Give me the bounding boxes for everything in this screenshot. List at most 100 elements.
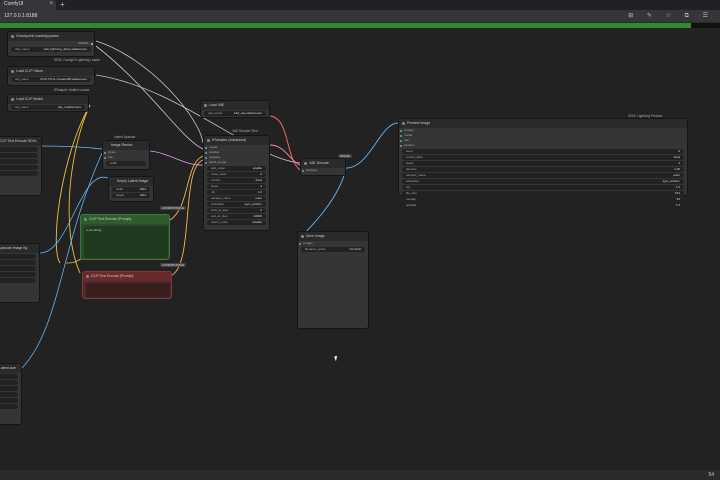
preview-widget[interactable]: control_after fixed <box>402 155 684 160</box>
filename-prefix-field[interactable]: filename_prefix ComfyUI <box>301 247 365 252</box>
collapse-dot-icon[interactable] <box>204 104 207 107</box>
collapse-dot-icon[interactable] <box>11 98 14 101</box>
image-loader-node-3[interactable]: Latent size <box>0 363 22 425</box>
widget-slot[interactable] <box>0 147 38 152</box>
ksampler-widget[interactable]: start_at_step 0 <box>207 208 266 213</box>
wire-latent-2 <box>269 144 301 166</box>
collapse-dot-icon[interactable] <box>84 218 87 221</box>
url-input[interactable]: 127.0.0.1:8188 <box>4 13 37 19</box>
ksampler-widget[interactable]: scheduler sgm_uniform <box>207 202 266 207</box>
widget-value: fixed <box>673 155 680 159</box>
node-title: CLIP Text Encode (Prompt) <box>81 215 169 224</box>
widget-label: height <box>116 193 125 197</box>
node-title: CLIP Text Encode SDXL <box>0 137 41 146</box>
widget-label: overlap <box>406 197 416 201</box>
widget-slot[interactable] <box>0 272 36 277</box>
widget-value: 0 <box>678 149 680 153</box>
wire-image-save <box>297 167 347 241</box>
collapse-dot-icon[interactable] <box>402 122 405 125</box>
width-field[interactable]: width <box>106 161 146 166</box>
input-images[interactable]: images <box>298 241 368 246</box>
ksampler-widget[interactable]: end_at_step 10000 <box>207 214 266 219</box>
collapse-dot-icon[interactable] <box>304 162 307 165</box>
collapse-dot-icon[interactable] <box>11 70 14 73</box>
widget-value: disable <box>252 220 262 224</box>
widget-slot[interactable] <box>0 165 38 170</box>
ksampler-widget[interactable]: cfg 1.0 <box>207 190 266 195</box>
input-latent[interactable]: latent_image <box>204 160 269 165</box>
preview-image-node[interactable]: Preview Image images model vae positive … <box>398 118 688 208</box>
preview-widget[interactable]: cfg 1.0 <box>402 185 684 190</box>
ckpt-name-select[interactable]: ckpt_name sdxl_lightning_4step.safetensor… <box>11 47 91 52</box>
widget-slot[interactable] <box>0 392 18 397</box>
input-positive[interactable]: positive <box>399 143 687 148</box>
collapse-dot-icon[interactable] <box>207 139 210 142</box>
widget-slot[interactable] <box>0 404 18 409</box>
preview-widget[interactable]: steps 4 <box>402 161 684 166</box>
node-caption: IPAdapter Unified Loader <box>54 88 90 92</box>
preview-widget[interactable]: seed 0 <box>402 149 684 154</box>
widget-slot[interactable] <box>0 398 18 403</box>
widget-slot[interactable] <box>0 171 38 176</box>
widget-slot[interactable] <box>0 153 38 158</box>
widget-slot[interactable] <box>0 159 38 164</box>
negative-prompt-textarea[interactable] <box>86 283 170 297</box>
widget-label: denoise <box>406 167 417 171</box>
latent-height-field[interactable]: height 1024 <box>112 193 150 198</box>
ksampler-widget[interactable]: noise_seed 0 <box>207 172 266 177</box>
widget-slot[interactable] <box>0 260 36 265</box>
positive-prompt-node[interactable]: CLIP Text Encode (Prompt) a cat sitting <box>80 214 170 260</box>
preview-widget[interactable]: scheduler sgm_uniform <box>402 179 684 184</box>
latent-width-field[interactable]: width 1024 <box>112 187 150 192</box>
widget-slot[interactable] <box>0 380 18 385</box>
widget-slot[interactable] <box>0 386 18 391</box>
preview-widget[interactable]: denoise 1.00 <box>402 167 684 172</box>
widget-slot[interactable] <box>0 374 18 379</box>
preview-widget[interactable]: tile_size 512 <box>402 191 684 196</box>
clip-model-select[interactable]: clip_name clip_l.safetensors <box>11 105 85 110</box>
save-image-node[interactable]: Save Image images filename_prefix ComfyUI <box>297 231 369 329</box>
ksampler-widget[interactable]: steps 4 <box>207 184 266 189</box>
browser-toolbar-icons[interactable]: ⊞ ✎ ☆ ⧉ ☰ <box>628 12 714 20</box>
widget-value: 1024 <box>139 187 146 191</box>
ksampler-node[interactable]: KSampler (Advanced) model positive negat… <box>203 135 270 231</box>
vae-name-select[interactable]: vae_name sdxl_vae.safetensors <box>204 111 266 116</box>
browser-tab[interactable]: ComfyUI × <box>0 0 56 10</box>
preview-widget[interactable]: overlap 64 <box>402 197 684 202</box>
widget-slot[interactable] <box>0 254 36 259</box>
new-tab-button[interactable]: + <box>60 0 65 10</box>
load-clip-node[interactable]: Load CLIP Model clip_name clip_l.safetens… <box>7 94 89 112</box>
preview-widget[interactable]: upscale 1.5 <box>402 203 684 208</box>
image-resize-node[interactable]: Image Resize pixels vae width <box>102 140 150 170</box>
ksampler-widget[interactable]: sampler_name euler <box>207 196 266 201</box>
ksampler-widget[interactable]: return_noise disable <box>207 220 266 225</box>
output-model[interactable]: MODEL <box>8 41 94 46</box>
empty-latent-node[interactable]: Empty Latent Image width 1024 height 1024 <box>108 176 154 202</box>
vae-loader-node[interactable]: Load VAE vae_name sdxl_vae.safetensors <box>200 100 270 118</box>
image-loader-node-2[interactable]: Upscale Image By <box>0 243 40 303</box>
ksampler-widget[interactable]: add_noise enable <box>207 166 266 171</box>
collapse-dot-icon[interactable] <box>86 275 89 278</box>
close-icon[interactable]: × <box>49 1 53 7</box>
prompt-textarea[interactable]: a cat sitting <box>84 226 168 258</box>
checkpoint-loader-node[interactable]: Checkpoint Loader|pysssss MODEL ckpt_nam… <box>7 31 95 57</box>
negative-prompt-node[interactable]: CLIP Text Encode (Prompt) <box>82 271 172 299</box>
ksampler-widget[interactable]: control fixed <box>207 178 266 183</box>
widget-label: ckpt_name <box>15 47 30 51</box>
widget-value: CLIP-ViT-H-14-laion2B.safetensors <box>40 77 87 81</box>
collapse-dot-icon[interactable] <box>301 235 304 238</box>
widget-label: start_at_step <box>211 208 229 212</box>
collapse-dot-icon[interactable] <box>11 35 14 38</box>
vae-decode-node[interactable]: VAE Decode samples <box>300 158 346 176</box>
clip-name-select[interactable]: clip_name CLIP-ViT-H-14-laion2B.safetenso… <box>11 77 91 82</box>
widget-value: 0 <box>260 172 262 176</box>
widget-slot[interactable] <box>0 278 36 283</box>
image-loader-node[interactable]: CLIP Text Encode SDXL <box>0 136 42 196</box>
input-vae[interactable]: vae <box>103 155 149 160</box>
preview-widget[interactable]: sampler_name euler <box>402 173 684 178</box>
node-canvas[interactable]: Checkpoint Loader|pysssss MODEL ckpt_nam… <box>0 28 720 470</box>
clip-vision-loader-node[interactable]: Load CLIP Vision clip_name CLIP-ViT-H-14-… <box>7 66 95 86</box>
widget-slot[interactable] <box>0 266 36 271</box>
widget-label: clip_name <box>15 77 29 81</box>
input-samples[interactable]: samples <box>301 168 345 173</box>
